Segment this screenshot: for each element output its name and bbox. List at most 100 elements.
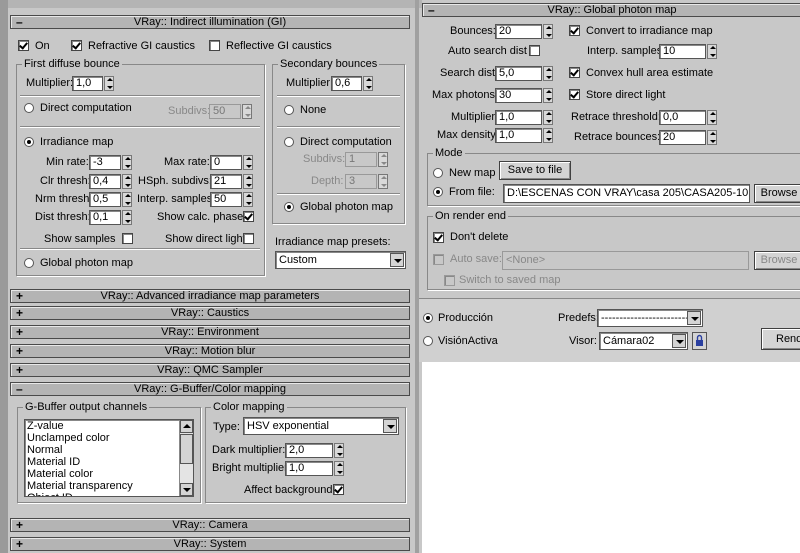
clr-thresh-spinner[interactable]: 0,4 bbox=[89, 174, 132, 189]
spinner-arrows[interactable] bbox=[122, 210, 132, 225]
spinner-arrows[interactable] bbox=[707, 130, 717, 145]
spinner-arrows[interactable] bbox=[122, 192, 132, 207]
list-item[interactable]: Z-value bbox=[25, 420, 193, 432]
nrm-thresh-spinner[interactable]: 0,5 bbox=[89, 192, 132, 207]
irradiance-presets-dropdown[interactable]: Custom bbox=[275, 251, 406, 269]
spinner-arrows[interactable] bbox=[243, 174, 253, 189]
cm-type-dropdown[interactable]: HSV exponential bbox=[243, 417, 399, 435]
bright-multiplier-value[interactable]: 1,0 bbox=[285, 461, 333, 476]
multiplier-spinner[interactable]: 1,0 bbox=[495, 110, 553, 125]
list-item[interactable]: Material ID bbox=[25, 456, 193, 468]
lock-icon[interactable] bbox=[692, 332, 707, 350]
store-direct-light-checkbox[interactable] bbox=[569, 89, 580, 100]
bounces-spinner[interactable]: 20 bbox=[495, 24, 553, 39]
fb-multiplier-spinner[interactable]: 1,0 bbox=[72, 76, 114, 91]
spinner-arrows[interactable] bbox=[543, 88, 553, 103]
list-item[interactable]: Unclamped color bbox=[25, 432, 193, 444]
max-density-spinner[interactable]: 1,0 bbox=[495, 128, 553, 143]
gbuffer-channels-list[interactable]: Z-value Unclamped color Normal Material ID M… bbox=[24, 419, 194, 497]
list-item[interactable]: Material color bbox=[25, 468, 193, 480]
browse-button[interactable]: Browse bbox=[754, 184, 800, 203]
spinner-arrows[interactable] bbox=[707, 110, 717, 125]
refractive-caustics-checkbox[interactable] bbox=[71, 40, 82, 51]
scroll-thumb[interactable] bbox=[180, 434, 193, 464]
interp-samples-spinner[interactable]: 10 bbox=[659, 44, 717, 59]
retrace-threshold-value[interactable]: 0,0 bbox=[659, 110, 706, 125]
spinner-arrows[interactable] bbox=[243, 192, 253, 207]
rollout-photon-map-header[interactable]: – VRay:: Global photon map bbox=[422, 3, 800, 17]
max-density-value[interactable]: 1,0 bbox=[495, 128, 542, 143]
fb-global-photon-map-radio[interactable] bbox=[24, 258, 34, 268]
retrace-threshold-spinner[interactable]: 0,0 bbox=[659, 110, 717, 125]
irradiance-map-radio[interactable] bbox=[24, 137, 34, 147]
produccion-radio[interactable] bbox=[423, 313, 433, 323]
sb-multiplier-value[interactable]: 0,6 bbox=[331, 76, 362, 91]
min-rate-value[interactable]: -3 bbox=[89, 155, 121, 170]
auto-search-dist-checkbox[interactable] bbox=[529, 45, 540, 56]
rollout-collapsed-header[interactable]: + VRay:: Advanced irradiance map paramete… bbox=[10, 289, 410, 303]
dark-multiplier-value[interactable]: 2,0 bbox=[285, 443, 333, 458]
dark-multiplier-spinner[interactable]: 2,0 bbox=[285, 443, 344, 458]
spinner-arrows[interactable] bbox=[363, 76, 373, 91]
vision-activa-radio[interactable] bbox=[423, 336, 433, 346]
max-rate-value[interactable]: 0 bbox=[210, 155, 242, 170]
chevron-down-icon[interactable] bbox=[672, 334, 686, 348]
rollout-gbuffer-header[interactable]: – VRay:: G-Buffer/Color mapping bbox=[10, 382, 410, 396]
dist-thresh-spinner[interactable]: 0,1 bbox=[89, 210, 132, 225]
multiplier-value[interactable]: 1,0 bbox=[495, 110, 542, 125]
interp-samples-value[interactable]: 10 bbox=[659, 44, 706, 59]
show-direct-light-checkbox[interactable] bbox=[243, 233, 254, 244]
from-file-radio[interactable] bbox=[433, 187, 443, 197]
convert-irradiance-checkbox[interactable] bbox=[569, 25, 580, 36]
search-dist-value[interactable]: 5,0 bbox=[495, 66, 542, 81]
dont-delete-checkbox[interactable] bbox=[433, 232, 444, 243]
spinner-arrows[interactable] bbox=[543, 24, 553, 39]
retrace-bounces-spinner[interactable]: 20 bbox=[659, 130, 717, 145]
scroll-up-button[interactable] bbox=[180, 420, 193, 433]
rollout-collapsed-header[interactable]: + VRay:: Caustics bbox=[10, 306, 410, 320]
spinner-arrows[interactable] bbox=[543, 128, 553, 143]
hsph-subdivs-spinner[interactable]: 21 bbox=[210, 174, 253, 189]
spinner-arrows[interactable] bbox=[334, 461, 344, 476]
rollout-gi-header[interactable]: – VRay:: Indirect illumination (GI) bbox=[10, 15, 410, 29]
scroll-down-button[interactable] bbox=[180, 483, 193, 496]
bounces-value[interactable]: 20 bbox=[495, 24, 542, 39]
list-item[interactable]: Normal bbox=[25, 444, 193, 456]
clr-thresh-value[interactable]: 0,4 bbox=[89, 174, 121, 189]
reflective-caustics-checkbox[interactable] bbox=[209, 40, 220, 51]
sb-multiplier-spinner[interactable]: 0,6 bbox=[331, 76, 373, 91]
chevron-down-icon[interactable] bbox=[687, 311, 701, 325]
fb-multiplier-value[interactable]: 1,0 bbox=[72, 76, 103, 91]
left-scrollbar-track[interactable] bbox=[0, 0, 8, 553]
predefs-dropdown[interactable]: ------------------------- bbox=[597, 309, 703, 327]
interp-samples-spinner[interactable]: 50 bbox=[210, 192, 253, 207]
sb-direct-computation-radio[interactable] bbox=[284, 137, 294, 147]
spinner-arrows[interactable] bbox=[543, 66, 553, 81]
list-scrollbar[interactable] bbox=[179, 420, 193, 496]
interp-samples-value[interactable]: 50 bbox=[210, 192, 242, 207]
dist-thresh-value[interactable]: 0,1 bbox=[89, 210, 121, 225]
new-map-radio[interactable] bbox=[433, 168, 443, 178]
search-dist-spinner[interactable]: 5,0 bbox=[495, 66, 553, 81]
rollout-collapsed-header[interactable]: + VRay:: QMC Sampler bbox=[10, 363, 410, 377]
nrm-thresh-value[interactable]: 0,5 bbox=[89, 192, 121, 207]
rollout-collapsed-header[interactable]: + VRay:: System bbox=[10, 537, 410, 551]
affect-background-checkbox[interactable] bbox=[333, 484, 344, 495]
spinner-arrows[interactable] bbox=[122, 174, 132, 189]
rollout-collapsed-header[interactable]: + VRay:: Motion blur bbox=[10, 344, 410, 358]
gi-on-checkbox[interactable] bbox=[18, 40, 29, 51]
max-photons-value[interactable]: 30 bbox=[495, 88, 542, 103]
max-rate-spinner[interactable]: 0 bbox=[210, 155, 253, 170]
save-to-file-button[interactable]: Save to file bbox=[499, 161, 571, 180]
visor-dropdown[interactable]: Cámara02 bbox=[599, 332, 688, 350]
list-item[interactable]: Object ID bbox=[25, 492, 193, 496]
spinner-arrows[interactable] bbox=[104, 76, 114, 91]
chevron-down-icon[interactable] bbox=[383, 419, 397, 433]
list-item[interactable]: Material transparency bbox=[25, 480, 193, 492]
sb-global-photon-map-radio[interactable] bbox=[284, 202, 294, 212]
spinner-arrows[interactable] bbox=[707, 44, 717, 59]
spinner-arrows[interactable] bbox=[122, 155, 132, 170]
min-rate-spinner[interactable]: -3 bbox=[89, 155, 132, 170]
rollout-collapsed-header[interactable]: + VRay:: Environment bbox=[10, 325, 410, 339]
spinner-arrows[interactable] bbox=[334, 443, 344, 458]
